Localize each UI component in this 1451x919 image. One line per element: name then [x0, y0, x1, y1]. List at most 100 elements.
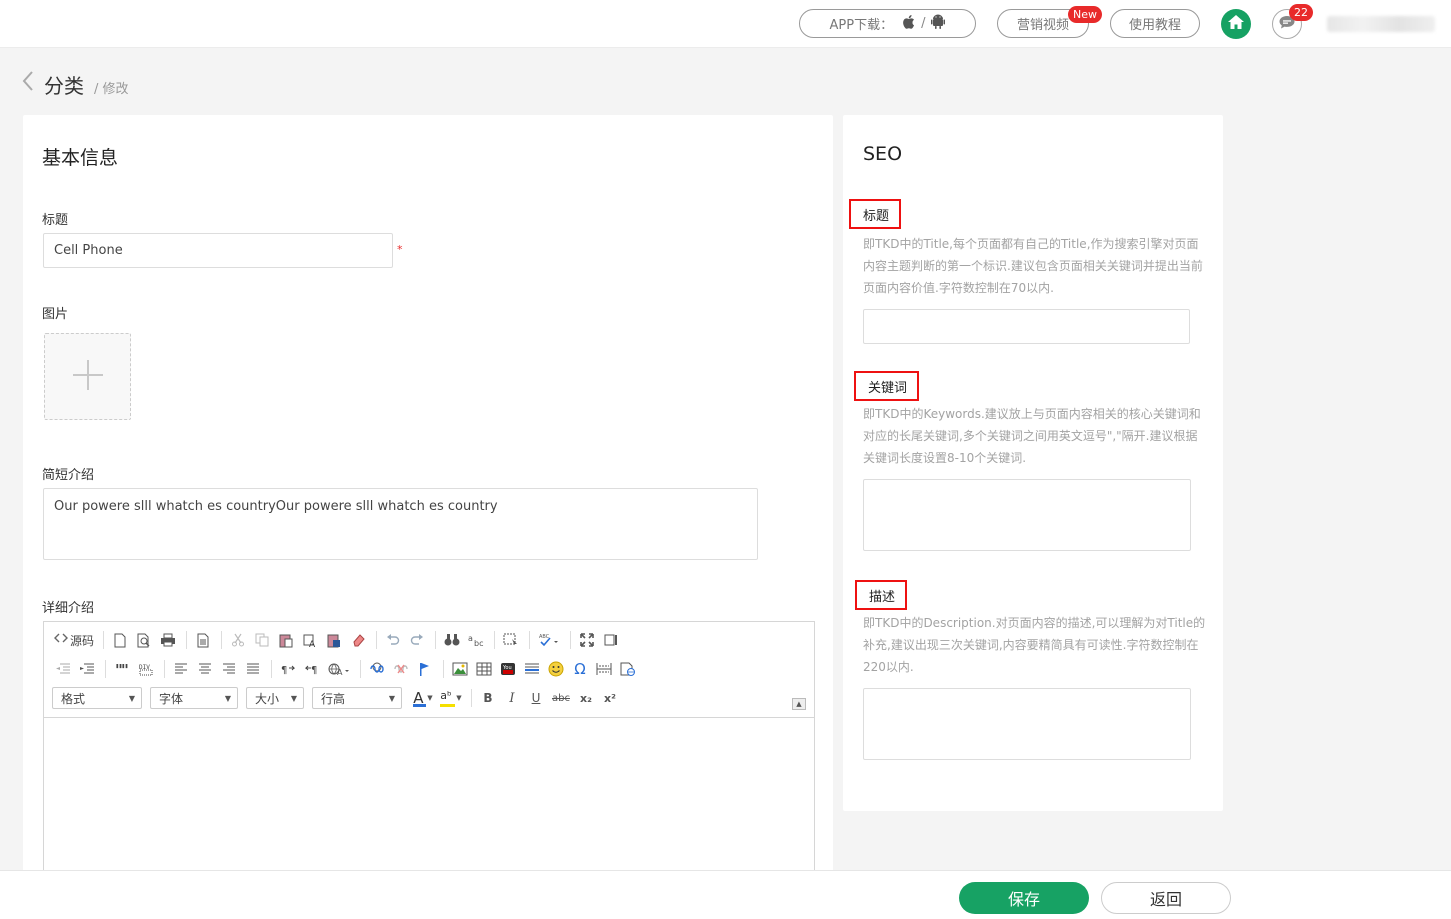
back-button[interactable]: 返回	[1101, 882, 1231, 914]
italic-button[interactable]: I	[501, 687, 523, 709]
collapse-toolbar-button[interactable]: ▲	[792, 698, 806, 710]
superscript-button[interactable]: x²	[599, 687, 621, 709]
home-button[interactable]	[1221, 9, 1251, 39]
text-color-icon: A	[413, 689, 427, 707]
blockquote-icon[interactable]: " "	[111, 658, 133, 680]
seo-keywords-textarea[interactable]	[863, 479, 1191, 551]
seo-title: SEO	[863, 143, 903, 165]
smiley-icon[interactable]	[545, 658, 567, 680]
align-left-icon[interactable]	[170, 658, 192, 680]
collapse-icon: ▲	[796, 700, 802, 708]
toolbar-row-3: 格式 ▼ 字体 ▼ 大小 ▼ 行高 ▼ A ▼ aᵇ ▼ B I U abc x…	[52, 685, 623, 711]
source-button[interactable]: 源码	[52, 629, 96, 651]
svg-text:bc: bc	[474, 639, 483, 647]
horizontal-rule-icon[interactable]	[521, 658, 543, 680]
page-title: 分类	[44, 73, 84, 98]
detail-label: 详细介绍	[42, 601, 95, 616]
unlink-icon[interactable]	[390, 658, 412, 680]
svg-text:A: A	[337, 668, 343, 676]
spellcheck-icon[interactable]: ABC	[535, 629, 563, 651]
table-icon[interactable]	[473, 658, 495, 680]
replace-icon[interactable]: a bc	[465, 629, 487, 651]
templates-icon[interactable]	[192, 629, 214, 651]
paste-word-icon[interactable]	[323, 629, 345, 651]
format-select[interactable]: 格式 ▼	[52, 687, 142, 709]
iframe-icon[interactable]	[617, 658, 639, 680]
align-right-icon[interactable]	[218, 658, 240, 680]
app-separator: /	[921, 16, 926, 31]
remove-format-icon[interactable]	[347, 629, 369, 651]
rich-text-editor: 源码 A a bc ABC " " DIV ¶ ¶ A You Ω 格式 ▼ 字…	[43, 621, 815, 881]
find-icon[interactable]	[441, 629, 463, 651]
apple-icon[interactable]	[901, 14, 915, 34]
image-icon[interactable]	[449, 658, 471, 680]
short-intro-label: 简短介绍	[42, 468, 95, 483]
ltr-icon[interactable]: ¶	[277, 658, 299, 680]
link-icon[interactable]	[366, 658, 388, 680]
title-input[interactable]	[43, 233, 393, 268]
bold-button[interactable]: B	[477, 687, 499, 709]
redo-icon[interactable]	[406, 629, 428, 651]
paste-text-icon[interactable]: A	[299, 629, 321, 651]
language-icon[interactable]: A	[325, 658, 353, 680]
show-blocks-icon[interactable]	[600, 629, 622, 651]
user-name[interactable]	[1327, 16, 1435, 32]
toolbar-row-2: " " DIV ¶ ¶ A You Ω	[52, 656, 641, 682]
bg-color-button[interactable]: aᵇ ▼	[438, 687, 464, 709]
android-icon[interactable]	[931, 14, 946, 34]
seo-panel: SEO 标题 即TKD中的Title,每个页面都有自己的Title,作为搜索引擎…	[843, 115, 1223, 811]
undo-icon[interactable]	[382, 629, 404, 651]
strikethrough-button[interactable]: abc	[549, 687, 573, 709]
short-intro-textarea[interactable]: Our powere slll whatch es countryOur pow…	[43, 488, 758, 560]
new-page-icon[interactable]	[109, 629, 131, 651]
line-height-select[interactable]: 行高 ▼	[312, 687, 402, 709]
font-select[interactable]: 字体 ▼	[150, 687, 238, 709]
format-label: 格式	[61, 691, 86, 706]
print-icon[interactable]	[157, 629, 179, 651]
page-break-icon[interactable]	[593, 658, 615, 680]
tutorial-label: 使用教程	[1128, 18, 1181, 33]
size-select[interactable]: 大小 ▼	[246, 687, 304, 709]
back-chevron-icon[interactable]	[22, 70, 34, 98]
omega-label: Ω	[574, 660, 586, 678]
align-center-icon[interactable]	[194, 658, 216, 680]
svg-text:¶: ¶	[281, 665, 287, 675]
basic-info-panel: 基本信息 标题 * 图片 简短介绍 Our powere slll whatch…	[23, 115, 833, 881]
anchor-icon[interactable]	[414, 658, 436, 680]
special-char-icon[interactable]: Ω	[569, 658, 591, 680]
app-download-button[interactable]: APP下载： /	[799, 9, 976, 38]
seo-description-textarea[interactable]	[863, 688, 1191, 760]
editor-content-area[interactable]	[44, 718, 814, 880]
maximize-icon[interactable]	[576, 629, 598, 651]
create-div-icon[interactable]: DIV	[135, 658, 157, 680]
seo-keywords-help: 即TKD中的Keywords.建议放上与页面内容相关的核心关键词和对应的长尾关键…	[863, 407, 1201, 465]
svg-text:You: You	[502, 665, 512, 671]
svg-text:¶: ¶	[311, 665, 317, 675]
underline-button[interactable]: U	[525, 687, 547, 709]
preview-icon[interactable]	[133, 629, 155, 651]
indent-icon[interactable]	[76, 658, 98, 680]
svg-text:a: a	[468, 634, 473, 643]
select-all-icon[interactable]	[500, 629, 522, 651]
align-justify-icon[interactable]	[242, 658, 264, 680]
text-color-button[interactable]: A ▼	[410, 687, 436, 709]
outdent-icon[interactable]	[52, 658, 74, 680]
tutorial-button[interactable]: 使用教程	[1110, 9, 1200, 38]
new-badge: New	[1068, 6, 1102, 23]
subscript-button[interactable]: x₂	[575, 687, 597, 709]
image-label: 图片	[42, 307, 69, 322]
chevron-down-icon: ▼	[388, 693, 395, 703]
basic-info-title: 基本信息	[42, 147, 119, 169]
svg-text:": "	[121, 663, 129, 675]
save-button[interactable]: 保存	[959, 882, 1089, 914]
rtl-icon[interactable]: ¶	[301, 658, 323, 680]
editor-toolbar: 源码 A a bc ABC " " DIV ¶ ¶ A You Ω 格式 ▼ 字…	[44, 622, 814, 718]
copy-icon[interactable]	[251, 629, 273, 651]
line-height-label: 行高	[321, 691, 346, 706]
marketing-video-label: 营销视频	[1016, 18, 1069, 33]
image-upload[interactable]	[44, 333, 131, 420]
paste-icon[interactable]	[275, 629, 297, 651]
cut-icon[interactable]	[227, 629, 249, 651]
seo-title-input[interactable]	[863, 309, 1190, 344]
youtube-icon[interactable]: You	[497, 658, 519, 680]
